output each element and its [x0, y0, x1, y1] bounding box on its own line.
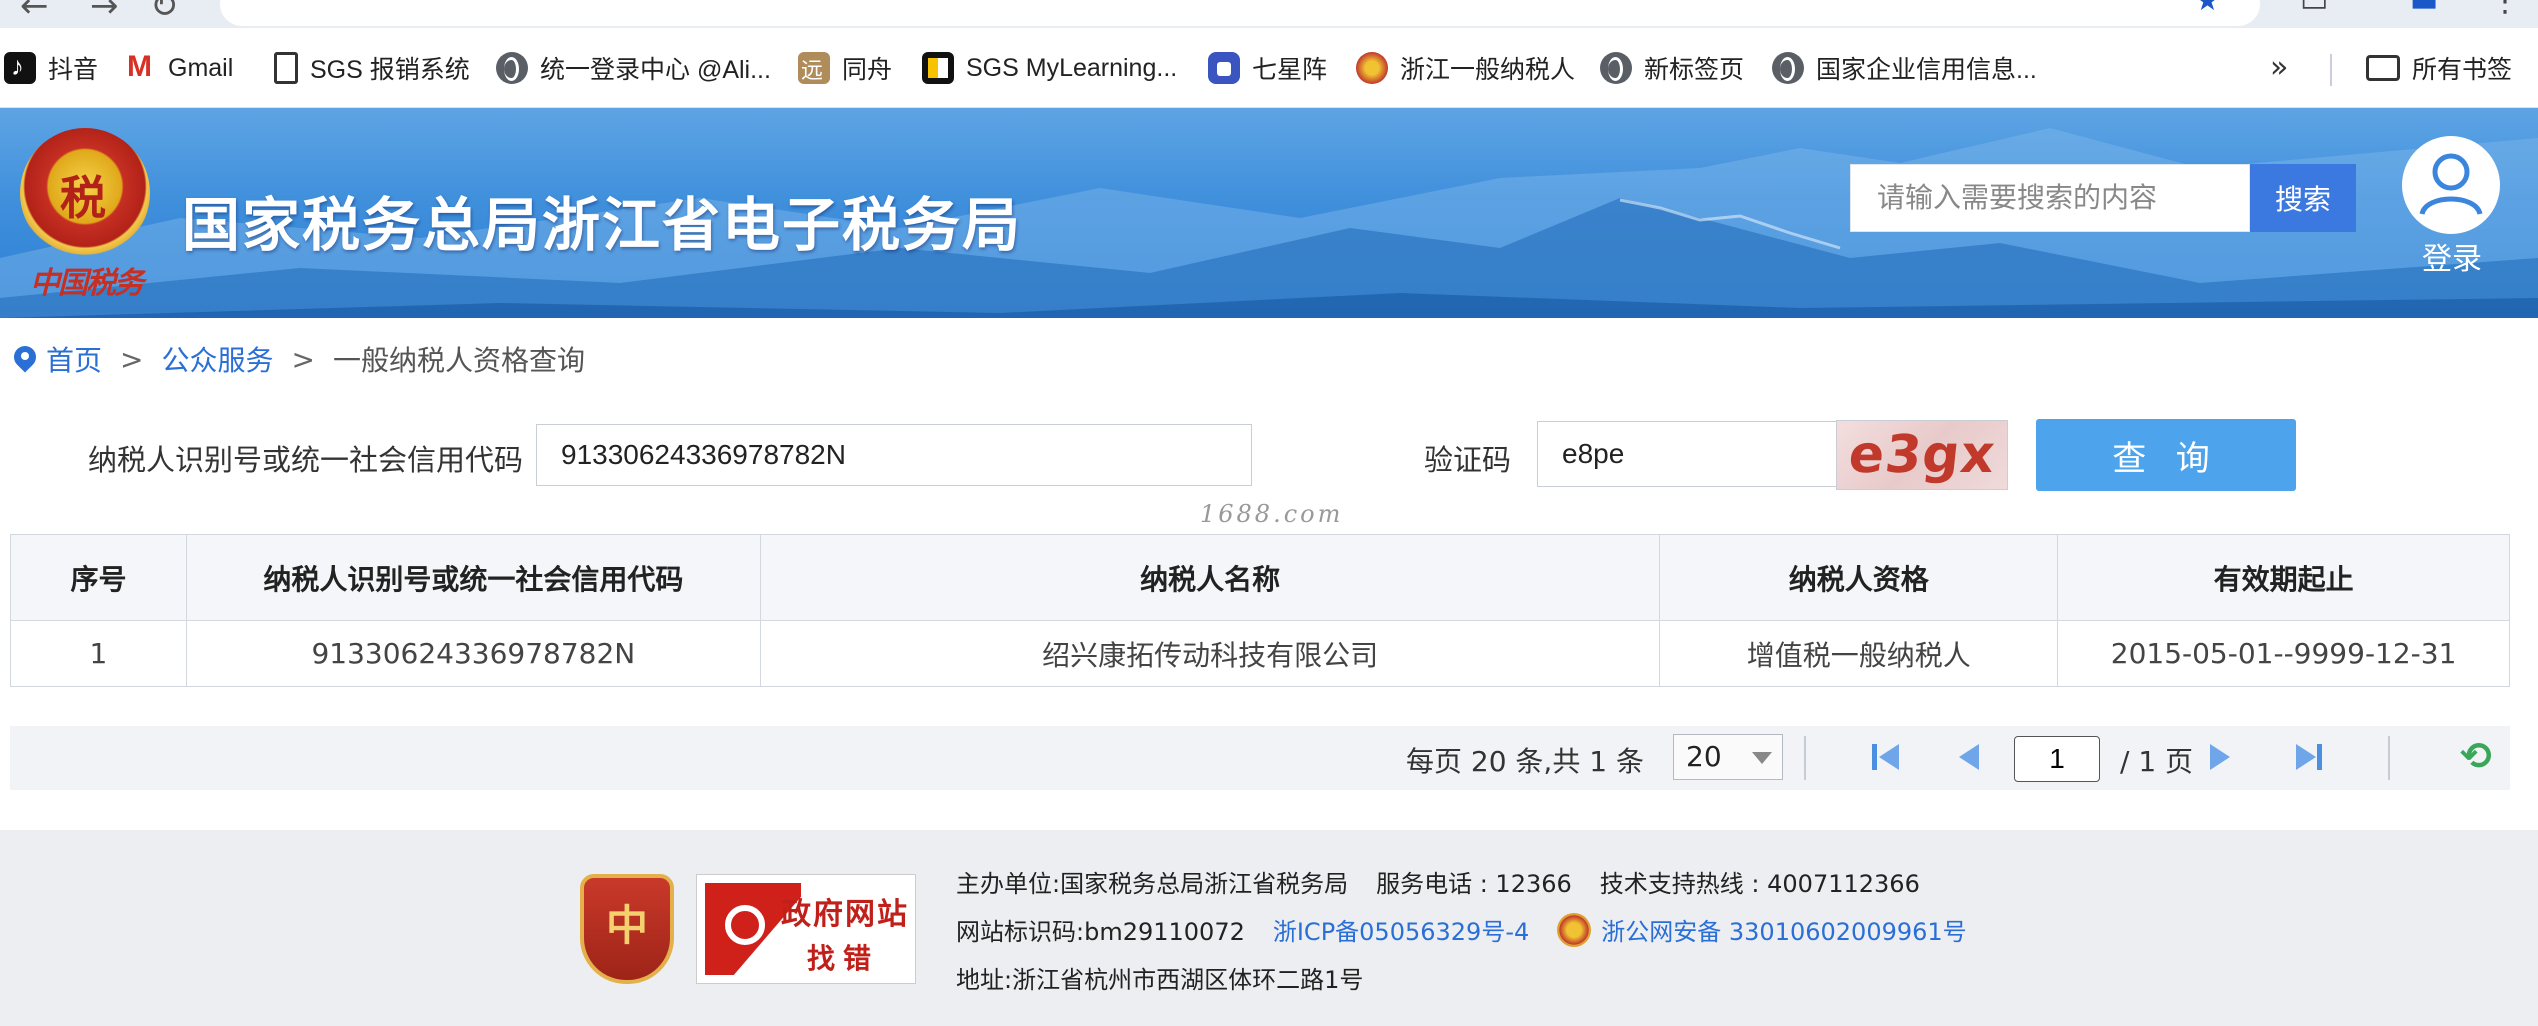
cell-qualification: 增值税一般纳税人 [1659, 620, 2059, 687]
pagination-divider [2388, 736, 2390, 780]
taxpayer-id-input[interactable] [536, 424, 1252, 486]
user-avatar-icon[interactable] [2402, 136, 2500, 234]
cell-taxpayer-name: 绍兴康拓传动科技有限公司 [759, 620, 1661, 687]
bookmark-gmail[interactable]: Gmail [124, 48, 233, 88]
bookmark-douyin[interactable]: 抖音 [4, 48, 98, 88]
breadcrumb-separator: > [291, 342, 315, 376]
mylearning-icon [922, 52, 954, 84]
forward-icon[interactable]: → [90, 0, 119, 26]
magnifier-icon [725, 905, 765, 945]
globe-icon [1600, 52, 1632, 84]
tongzhou-icon [798, 52, 830, 85]
document-icon [274, 52, 298, 84]
pagination-divider [1804, 736, 1806, 780]
prev-page-icon[interactable] [1950, 742, 1982, 774]
column-header-validity: 有效期起止 [2057, 534, 2510, 621]
globe-icon [1772, 52, 1804, 84]
login-link[interactable]: 登录 [2422, 234, 2482, 278]
results-table: 序号 纳税人识别号或统一社会信用代码 纳税人名称 纳税人资格 有效期起止 1 9… [10, 534, 2510, 687]
footer-line-address: 地址: 浙江省杭州市西湖区体环二路1号 [956, 966, 1364, 994]
chevron-down-icon [1752, 752, 1772, 764]
site-title: 国家税务总局浙江省电子税务局 [182, 191, 1023, 259]
footer-line-registration: 网站标识码:bm29110072 浙ICP备05056329号-4 浙公网安备 … [956, 912, 1967, 947]
cell-index: 1 [10, 620, 187, 687]
gov-website-error-report-badge[interactable]: 政府网站 找错 [696, 874, 916, 984]
bookmark-star-icon[interactable]: ★ [2195, 0, 2220, 17]
footer-line-host: 主办单位: 国家税务总局浙江省税务局 服务电话 : 12366 技术支持热线 :… [956, 870, 1920, 898]
refresh-icon[interactable] [2458, 734, 2494, 778]
more-bookmarks-chevron-icon[interactable]: » [2270, 50, 2288, 85]
bookmarks-divider [2330, 54, 2332, 86]
bookmark-new-tab[interactable]: 新标签页 [1600, 48, 1744, 88]
pagination-bar: 每页 20 条,共 1 条 20 / 1 页 [10, 726, 2510, 790]
site-footer: 政府网站 找错 主办单位: 国家税务总局浙江省税务局 服务电话 : 12366 … [0, 830, 2538, 1026]
column-header-qualification: 纳税人资格 [1659, 534, 2059, 621]
watermark-text: 1688.com [1200, 500, 1344, 528]
party-organization-badge-icon[interactable] [580, 874, 674, 984]
bookmark-tongzhou[interactable]: 同舟 [798, 48, 892, 88]
page-size-select[interactable]: 20 [1673, 734, 1783, 780]
location-pin-icon [12, 346, 38, 372]
police-badge-icon [1557, 912, 1592, 947]
next-page-icon[interactable] [2206, 742, 2238, 774]
lock-icon [1208, 52, 1240, 84]
bookmark-qixingzhen[interactable]: 七星阵 [1208, 48, 1327, 88]
last-page-icon[interactable] [2292, 742, 2324, 774]
breadcrumb: 首页 > 公众服务 > 一般纳税人资格查询 [12, 338, 585, 380]
tab-search-icon[interactable]: ▭ [2300, 0, 2328, 19]
tiktok-icon [4, 51, 36, 84]
total-pages: / 1 页 [2120, 745, 2194, 778]
pagination-summary: 每页 20 条,共 1 条 [1406, 745, 1644, 778]
bookmark-zhejiang-taxpayer[interactable]: 浙江一般纳税人 [1356, 48, 1575, 88]
address-bar[interactable]: ★ [220, 0, 2260, 26]
current-page-input[interactable] [2014, 736, 2100, 782]
breadcrumb-separator: > [120, 342, 144, 376]
police-registration-link[interactable]: 浙公网安备 33010602009961号 [1601, 912, 1966, 947]
site-search-input[interactable] [1850, 164, 2250, 232]
reload-icon[interactable]: ↻ [150, 0, 179, 26]
bookmark-sgs-mylearning[interactable]: SGS MyLearning... [922, 48, 1177, 88]
bookmark-credit-info[interactable]: 国家企业信用信息... [1772, 48, 2037, 88]
column-header-index: 序号 [10, 534, 187, 621]
bookmark-ali-login[interactable]: 统一登录中心 @Ali... [496, 48, 771, 88]
emblem-subtitle: 中国税务 [30, 266, 144, 301]
back-icon[interactable]: ← [20, 0, 49, 26]
site-search-button[interactable]: 搜索 [2250, 164, 2356, 232]
tax-emblem-logo [20, 128, 150, 258]
query-button[interactable]: 查 询 [2036, 419, 2296, 491]
table-row: 1 91330624336978782N 绍兴康拓传动科技有限公司 增值税一般纳… [10, 620, 2510, 687]
column-header-taxpayer-id: 纳税人识别号或统一社会信用代码 [185, 534, 761, 621]
profile-icon[interactable]: ▬ [2410, 0, 2438, 19]
gmail-icon [124, 50, 156, 84]
table-header-row: 序号 纳税人识别号或统一社会信用代码 纳税人名称 纳税人资格 有效期起止 [10, 534, 2510, 621]
emblem-icon [1356, 52, 1388, 84]
browser-toolbar: ← → ↻ ★ ▭ ▬ ⋮ [0, 0, 2538, 28]
column-header-taxpayer-name: 纳税人名称 [759, 534, 1661, 621]
globe-icon [496, 52, 528, 84]
first-page-icon[interactable] [1870, 742, 1902, 774]
captcha-label: 验证码 [1424, 443, 1512, 477]
breadcrumb-current: 一般纳税人资格查询 [332, 344, 585, 377]
site-banner: 中国税务 国家税务总局浙江省电子税务局 搜索 登录 [0, 108, 2538, 318]
cell-validity: 2015-05-01--9999-12-31 [2057, 620, 2510, 687]
captcha-image[interactable]: e3gx [1836, 420, 2008, 490]
all-bookmarks-button[interactable]: 所有书签 [2366, 48, 2512, 88]
icp-link[interactable]: 浙ICP备05056329号-4 [1273, 912, 1529, 947]
bookmarks-bar: 抖音 Gmail SGS 报销系统 统一登录中心 @Ali... 同舟 SGS … [0, 28, 2538, 108]
folder-icon [2366, 55, 2400, 81]
breadcrumb-home[interactable]: 首页 [46, 339, 102, 379]
taxpayer-id-label: 纳税人识别号或统一社会信用代码 [88, 443, 524, 477]
bookmark-sgs-expense[interactable]: SGS 报销系统 [274, 48, 470, 88]
breadcrumb-public-services[interactable]: 公众服务 [161, 339, 273, 379]
captcha-input[interactable] [1537, 421, 1837, 487]
cell-taxpayer-id: 91330624336978782N [185, 620, 761, 687]
browser-menu-icon[interactable]: ⋮ [2490, 0, 2520, 19]
